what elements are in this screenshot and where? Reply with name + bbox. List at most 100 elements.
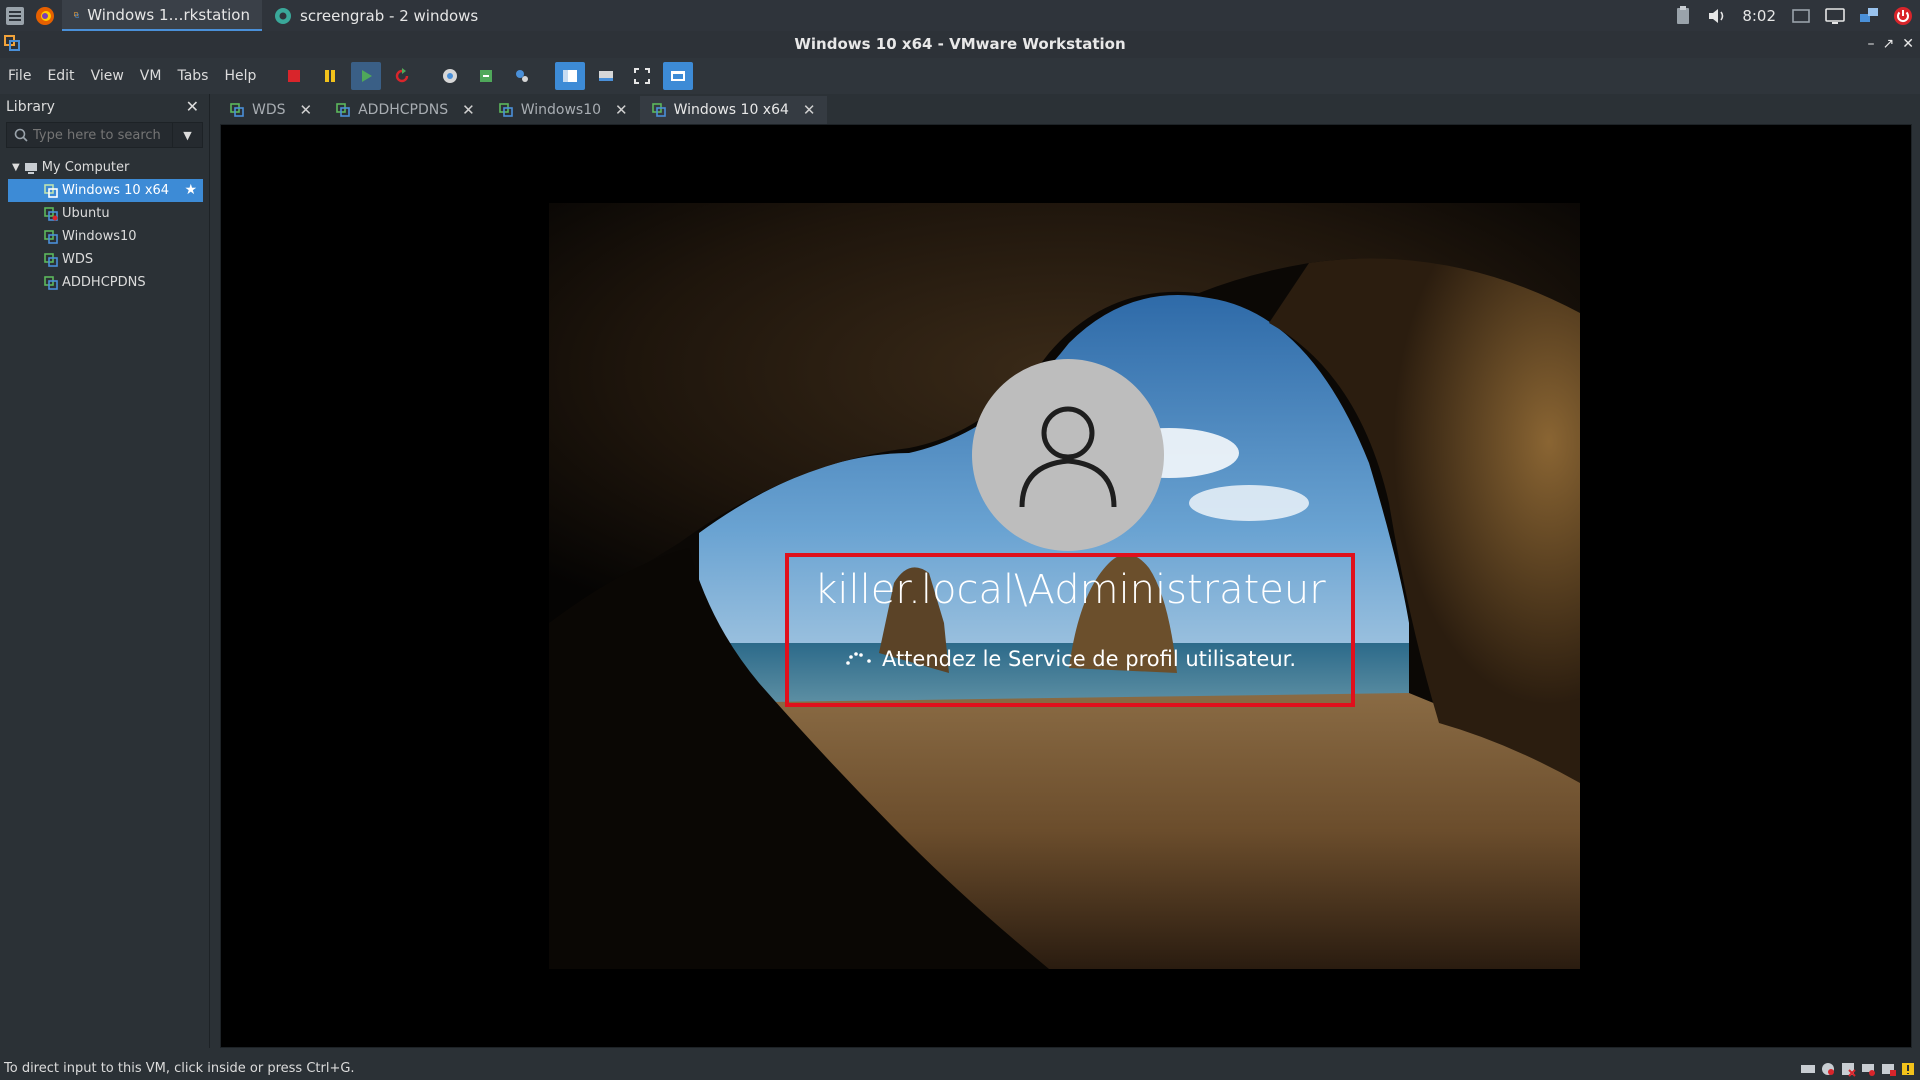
vm-icon <box>44 206 58 221</box>
screengrab-icon <box>275 7 291 24</box>
favorite-star-icon[interactable]: ★ <box>184 179 197 202</box>
tab-windows10[interactable]: Windows10 ✕ <box>486 96 640 124</box>
menu-tabs[interactable]: Tabs <box>169 58 216 94</box>
show-desktop-icon[interactable] <box>1790 5 1812 27</box>
desktop-taskbar: Windows 1…rkstation screengrab - 2 windo… <box>0 0 1920 31</box>
revert-snapshot-icon <box>480 70 493 82</box>
snapshot-manager-button[interactable] <box>507 62 537 90</box>
firefox-icon[interactable] <box>34 5 56 27</box>
tree-item-addhcpdns[interactable]: ADDHCPDNS <box>0 271 209 294</box>
search-dropdown-button[interactable]: ▼ <box>172 123 202 147</box>
library-icon <box>563 70 578 82</box>
chevron-down-icon: ▼ <box>183 128 192 142</box>
tree-item-label: ADDHCPDNS <box>62 275 146 290</box>
vm-tabs: WDS ✕ ADDHCPDNS ✕ Windows10 ✕ Windows 10… <box>218 96 1918 124</box>
close-icon[interactable]: ✕ <box>1902 31 1914 58</box>
login-status: Attendez le Service de profil utilisateu… <box>785 647 1355 671</box>
clipboard-icon[interactable] <box>1672 5 1694 27</box>
vm-icon <box>44 183 58 198</box>
display-icon[interactable] <box>1824 5 1846 27</box>
minimize-icon[interactable]: – <box>1868 31 1875 58</box>
stop-icon <box>288 70 301 82</box>
tree-item-label: Ubuntu <box>62 206 110 221</box>
vmware-icon <box>74 11 80 18</box>
search-input[interactable] <box>29 127 169 143</box>
status-message: To direct input to this VM, click inside… <box>4 1061 355 1076</box>
menu-view[interactable]: View <box>83 58 132 94</box>
reset-button[interactable] <box>387 62 417 90</box>
reset-icon <box>396 68 409 83</box>
volume-icon[interactable] <box>1706 5 1728 27</box>
menu-vm[interactable]: VM <box>132 58 170 94</box>
tab-addhcpdns[interactable]: ADDHCPDNS ✕ <box>324 96 487 124</box>
window-title: Windows 10 x64 - VMware Workstation <box>794 35 1126 53</box>
hard-disk-icon[interactable] <box>1800 1061 1816 1077</box>
suspend-button[interactable] <box>315 62 345 90</box>
tree-item-label: WDS <box>62 252 94 267</box>
tree-item-ubuntu[interactable]: Ubuntu <box>0 202 209 225</box>
vm-icon <box>44 252 58 267</box>
tree-item-windows-10-x64[interactable]: Windows 10 x64 ★ <box>8 179 203 202</box>
library-title: Library <box>6 99 55 115</box>
maximize-icon[interactable]: ↗ <box>1883 31 1895 58</box>
login-username: killer.local\Administrateur <box>814 567 1326 613</box>
tree-item-label: Windows10 <box>62 229 137 244</box>
menubar: File Edit View VM Tabs Help <box>0 58 1920 94</box>
menu-file[interactable]: File <box>0 58 39 94</box>
menu-edit[interactable]: Edit <box>39 58 82 94</box>
library-header: Library ✕ <box>0 94 209 120</box>
menu-help[interactable]: Help <box>216 58 264 94</box>
vm-console[interactable]: killer.local\Administrateur Attendez le … <box>220 124 1912 1048</box>
tab-label: Windows 10 x64 <box>673 102 789 118</box>
tab-wds[interactable]: WDS ✕ <box>218 96 325 124</box>
vmware-icon <box>4 35 20 51</box>
message-log-icon[interactable] <box>1900 1061 1916 1077</box>
expand-arrow-icon[interactable]: ▼ <box>12 156 20 179</box>
tree-item-wds[interactable]: WDS <box>0 248 209 271</box>
power-off-button[interactable] <box>279 62 309 90</box>
loading-spinner-icon <box>846 652 871 665</box>
status-bar: To direct input to this VM, click inside… <box>0 1058 1920 1080</box>
network-adapter-icon[interactable] <box>1860 1061 1876 1077</box>
console-view-icon <box>671 71 686 81</box>
taskbar-task-screengrab[interactable]: screengrab - 2 windows <box>262 0 490 31</box>
power-on-button[interactable] <box>351 62 382 90</box>
app-menu-icon[interactable] <box>4 5 26 27</box>
library-panel: Library ✕ ▼ ▼ My Computer Windows 10 x64… <box>0 94 210 1048</box>
show-library-button[interactable] <box>555 62 586 90</box>
system-tray: 8:02 <box>1666 0 1920 31</box>
play-icon <box>362 70 373 82</box>
network-icon[interactable] <box>1858 5 1880 27</box>
full-screen-button[interactable] <box>627 62 657 90</box>
tab-windows-10-x64[interactable]: Windows 10 x64 ✕ <box>639 96 828 124</box>
vm-tree: ▼ My Computer Windows 10 x64 ★ Ubuntu Wi… <box>0 156 209 294</box>
tree-item-my-computer[interactable]: ▼ My Computer <box>0 156 209 179</box>
window-titlebar[interactable]: Windows 10 x64 - VMware Workstation – ↗ … <box>0 31 1920 58</box>
power-icon[interactable] <box>1892 5 1914 27</box>
thumbnail-icon <box>599 71 614 81</box>
cd-dvd-icon[interactable] <box>1820 1061 1836 1077</box>
snapshot-button[interactable] <box>435 62 465 90</box>
clock[interactable]: 8:02 <box>1742 7 1776 25</box>
usb-icon[interactable] <box>1880 1061 1896 1077</box>
device-icons <box>1800 1061 1916 1077</box>
tree-item-label: My Computer <box>41 160 130 175</box>
window-controls: – ↗ ✕ <box>1868 31 1914 58</box>
tab-label: ADDHCPDNS <box>358 102 449 118</box>
library-search: ▼ <box>6 122 203 148</box>
close-tab-icon[interactable]: ✕ <box>803 101 816 119</box>
close-tab-icon[interactable]: ✕ <box>462 101 475 119</box>
tree-item-windows10[interactable]: Windows10 <box>0 225 209 248</box>
user-icon <box>1019 406 1117 508</box>
taskbar-task-vmware[interactable]: Windows 1…rkstation <box>62 0 262 31</box>
pause-icon <box>325 70 336 82</box>
vm-icon <box>230 103 244 117</box>
close-icon[interactable]: ✕ <box>186 94 199 120</box>
search-icon <box>14 128 28 142</box>
close-tab-icon[interactable]: ✕ <box>300 101 313 119</box>
close-tab-icon[interactable]: ✕ <box>615 101 628 119</box>
revert-snapshot-button[interactable] <box>471 62 501 90</box>
thumbnail-bar-button[interactable] <box>591 62 621 90</box>
floppy-icon[interactable] <box>1840 1061 1856 1077</box>
unity-button[interactable] <box>663 62 694 90</box>
